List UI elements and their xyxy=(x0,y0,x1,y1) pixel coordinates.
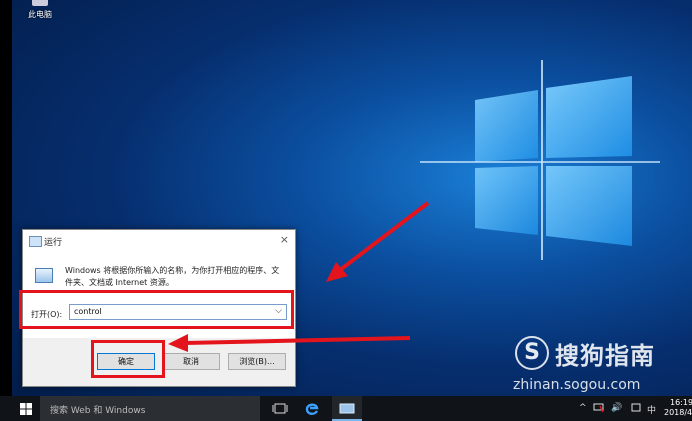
arrow-to-input-head xyxy=(326,262,348,282)
clock-time[interactable]: 16:19 xyxy=(670,398,692,407)
taskbar-search-box[interactable]: 搜索 Web 和 Windows xyxy=(40,396,260,421)
arrow-to-input-shaft xyxy=(338,201,430,272)
clock-date[interactable]: 2018/4/ xyxy=(664,408,692,417)
this-pc-desktop-icon[interactable]: 此电脑 xyxy=(22,0,58,22)
run-taskbar-button[interactable] xyxy=(332,396,362,421)
this-pc-label: 此电脑 xyxy=(28,10,52,19)
task-view-button[interactable] xyxy=(265,396,295,421)
run-app-icon xyxy=(35,268,53,283)
run-dialog-description: Windows 将根据你所输入的名称，为你打开相应的程序、文件夹、文档或 Int… xyxy=(65,266,280,287)
input-highlight-box xyxy=(19,290,294,329)
message-icon[interactable] xyxy=(631,403,641,413)
cancel-button[interactable]: 取消 xyxy=(162,353,220,370)
close-icon[interactable]: × xyxy=(280,233,289,246)
search-placeholder: 搜索 Web 和 Windows xyxy=(50,406,146,416)
volume-icon[interactable]: 🔊 xyxy=(611,403,622,413)
watermark-brand: 搜狗指南 xyxy=(555,341,655,370)
edge-icon xyxy=(305,403,319,415)
run-dialog-titlebar[interactable]: 运行 × xyxy=(23,230,295,252)
computer-icon xyxy=(32,0,48,6)
taskbar: 搜索 Web 和 Windows ^ 🔊 中 16:19 2018/4/ xyxy=(0,396,692,421)
windows-logo-wallpaper xyxy=(420,60,660,260)
sogou-watermark: S 搜狗指南 xyxy=(515,333,655,373)
run-icon xyxy=(29,236,42,247)
tray-chevron-icon[interactable]: ^ xyxy=(579,403,587,413)
run-dialog-title: 运行 xyxy=(44,238,63,248)
network-icon[interactable] xyxy=(593,403,604,413)
task-view-icon xyxy=(272,403,288,414)
watermark-url: zhinan.sogou.com xyxy=(513,377,641,393)
run-icon xyxy=(339,403,355,414)
start-button[interactable] xyxy=(0,396,40,421)
desktop: 此电脑 运行 × Windows 将根据你所输入的名称，为你打开相应的程序、文件… xyxy=(0,0,692,421)
left-black-bar xyxy=(0,0,12,396)
windows-start-icon xyxy=(20,403,32,415)
sogou-logo-icon: S xyxy=(515,336,549,370)
ime-indicator[interactable]: 中 xyxy=(647,403,656,416)
browse-button[interactable]: 浏览(B)... xyxy=(228,353,286,370)
ok-highlight-box xyxy=(91,340,165,378)
edge-button[interactable] xyxy=(297,396,327,421)
